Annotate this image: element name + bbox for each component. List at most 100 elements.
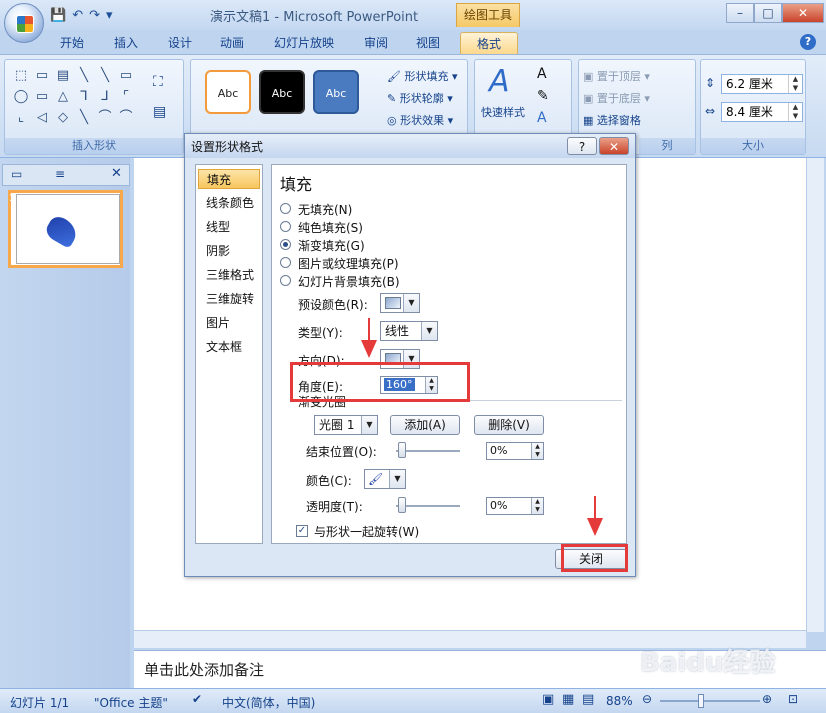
zoom-in-icon[interactable]: ⊕ bbox=[762, 692, 772, 706]
style-sample-blue[interactable]: Abc bbox=[313, 70, 359, 114]
tab-animation[interactable]: 动画 bbox=[212, 32, 252, 54]
slides-tab-icon[interactable]: ▭ bbox=[11, 167, 22, 181]
end-position-spinner[interactable]: ▲ ▼ bbox=[531, 443, 543, 459]
tab-view[interactable]: 视图 bbox=[408, 32, 448, 54]
shape-item[interactable]: ╲ bbox=[74, 108, 94, 128]
wordart-icon[interactable]: A bbox=[489, 64, 510, 99]
preset-colors-dropdown[interactable]: ▼ bbox=[380, 293, 420, 313]
shape-item[interactable]: △ bbox=[53, 87, 73, 107]
shape-item[interactable]: ╲ bbox=[74, 66, 94, 86]
shape-item[interactable]: ⬚ bbox=[11, 66, 31, 86]
selection-pane-button[interactable]: ▦ 选择窗格 bbox=[583, 112, 641, 128]
close-pane-icon[interactable]: ✕ bbox=[111, 166, 122, 181]
gradient-stop-dropdown[interactable]: 光圈 1 ▼ bbox=[314, 415, 378, 435]
shape-item[interactable]: ▭ bbox=[32, 66, 52, 86]
shape-item[interactable]: ⌜ bbox=[116, 87, 136, 107]
remove-stop-button[interactable]: 删除(V) bbox=[474, 415, 544, 435]
type-dropdown[interactable]: 线性 ▼ bbox=[380, 321, 438, 341]
paint-bucket-icon: 🖌 bbox=[387, 70, 401, 83]
category-text-box[interactable]: 文本框 bbox=[198, 337, 260, 357]
end-position-slider-thumb[interactable] bbox=[398, 442, 406, 458]
zoom-level[interactable]: 88% bbox=[606, 694, 633, 708]
outline-tab-icon[interactable]: ≡ bbox=[55, 167, 65, 181]
shape-fill-button[interactable]: 🖌 形状填充 ▾ bbox=[387, 68, 458, 84]
tab-review[interactable]: 审阅 bbox=[356, 32, 396, 54]
help-icon[interactable]: ? bbox=[800, 34, 816, 50]
tab-slideshow[interactable]: 幻灯片放映 bbox=[266, 32, 342, 54]
tab-design[interactable]: 设计 bbox=[160, 32, 200, 54]
shape-item[interactable]: ⌒ bbox=[116, 108, 136, 128]
height-spinner[interactable]: ▲ ▼ bbox=[788, 75, 802, 93]
text-fill-icon[interactable]: A bbox=[537, 66, 547, 82]
undo-icon[interactable]: ↶ bbox=[72, 8, 83, 23]
minimize-button[interactable]: – bbox=[726, 3, 754, 23]
slideshow-view-icon[interactable]: ▤ bbox=[582, 692, 594, 707]
shape-item[interactable]: ╲ bbox=[95, 66, 115, 86]
height-input[interactable]: 6.2 厘米 ▲ ▼ bbox=[721, 74, 803, 94]
tab-format[interactable]: 格式 bbox=[460, 32, 518, 54]
style-sample-black[interactable]: Abc bbox=[259, 70, 305, 114]
transparency-spinner[interactable]: ▲ ▼ bbox=[531, 498, 543, 514]
send-back-button[interactable]: ▣ 置于底层 ▾ bbox=[583, 90, 650, 106]
radio-solid-fill[interactable] bbox=[280, 221, 291, 232]
quick-styles-button[interactable]: 快速样式 bbox=[481, 104, 525, 120]
color-dropdown[interactable]: 🖌 ▼ bbox=[364, 469, 406, 489]
text-box-icon[interactable]: ▤ bbox=[153, 104, 166, 120]
spellcheck-icon[interactable]: ✔ bbox=[192, 692, 202, 706]
normal-view-icon[interactable]: ▣ bbox=[542, 692, 554, 707]
category-3d-format[interactable]: 三维格式 bbox=[198, 265, 260, 285]
shape-item[interactable]: ⅃ bbox=[95, 87, 115, 107]
add-stop-button[interactable]: 添加(A) bbox=[390, 415, 460, 435]
text-effect-icon[interactable]: A bbox=[537, 110, 547, 126]
radio-background-fill[interactable] bbox=[280, 275, 291, 286]
shape-item[interactable]: ⌞ bbox=[11, 108, 31, 128]
radio-picture-fill[interactable] bbox=[280, 257, 291, 268]
category-3d-rotation[interactable]: 三维旋转 bbox=[198, 289, 260, 309]
category-fill[interactable]: 填充 bbox=[198, 169, 260, 189]
close-window-button[interactable]: ✕ bbox=[782, 3, 824, 23]
rotate-with-shape-checkbox[interactable]: ✓ bbox=[296, 525, 308, 537]
category-line-style[interactable]: 线型 bbox=[198, 217, 260, 237]
office-button[interactable] bbox=[4, 3, 44, 43]
category-picture[interactable]: 图片 bbox=[198, 313, 260, 333]
chevron-down-icon: ▼ bbox=[361, 416, 377, 434]
shape-effect-button[interactable]: ◎ 形状效果 ▾ bbox=[387, 112, 453, 128]
dialog-help-button[interactable]: ? bbox=[567, 137, 597, 155]
tab-insert[interactable]: 插入 bbox=[106, 32, 146, 54]
shape-item[interactable]: ◁ bbox=[32, 108, 52, 128]
edit-shape-icon[interactable]: ⛶ bbox=[153, 74, 163, 90]
vertical-scrollbar[interactable] bbox=[806, 158, 824, 632]
maximize-button[interactable]: □ bbox=[754, 3, 782, 23]
slide-sorter-icon[interactable]: ▦ bbox=[562, 692, 574, 707]
zoom-slider[interactable] bbox=[660, 700, 760, 702]
bring-front-button[interactable]: ▣ 置于顶层 ▾ bbox=[583, 68, 650, 84]
shape-outline-button[interactable]: ✎ 形状轮廓 ▾ bbox=[387, 90, 453, 106]
shape-item[interactable]: ◇ bbox=[53, 108, 73, 128]
radio-gradient-fill[interactable] bbox=[280, 239, 291, 250]
transparency-slider-thumb[interactable] bbox=[398, 497, 406, 513]
category-line-color[interactable]: 线条颜色 bbox=[198, 193, 260, 213]
radio-no-fill[interactable] bbox=[280, 203, 291, 214]
shape-item[interactable]: ▤ bbox=[53, 66, 73, 86]
zoom-slider-thumb[interactable] bbox=[698, 694, 704, 708]
category-shadow[interactable]: 阴影 bbox=[198, 241, 260, 261]
fit-window-icon[interactable]: ⊡ bbox=[788, 692, 798, 706]
shape-item[interactable]: ▭ bbox=[116, 66, 136, 86]
width-spinner[interactable]: ▲ ▼ bbox=[788, 103, 802, 121]
dialog-close-button[interactable]: ✕ bbox=[599, 137, 629, 155]
customize-qat-icon[interactable]: ▾ bbox=[106, 8, 113, 23]
redo-icon[interactable]: ↷ bbox=[89, 8, 100, 23]
save-icon[interactable]: 💾 bbox=[50, 8, 66, 23]
shape-item[interactable]: ▭ bbox=[32, 87, 52, 107]
shape-item[interactable]: ◯ bbox=[11, 87, 31, 107]
tab-home[interactable]: 开始 bbox=[52, 32, 92, 54]
shape-item[interactable]: ⌒ bbox=[95, 108, 115, 128]
width-input[interactable]: 8.4 厘米 ▲ ▼ bbox=[721, 102, 803, 122]
text-outline-icon[interactable]: ✎ bbox=[537, 88, 549, 104]
shape-gallery[interactable]: ⬚ ▭ ▤ ╲ ╲ ▭ ◯ ▭ △ ⅂ ⅃ ⌜ ⌞ ◁ ◇ ╲ ⌒ ⌒ bbox=[11, 66, 135, 128]
style-sample-orange[interactable]: Abc bbox=[205, 70, 251, 114]
end-position-input[interactable]: 0% ▲ ▼ bbox=[486, 442, 544, 460]
transparency-input[interactable]: 0% ▲ ▼ bbox=[486, 497, 544, 515]
zoom-out-icon[interactable]: ⊖ bbox=[642, 692, 652, 706]
shape-item[interactable]: ⅂ bbox=[74, 87, 94, 107]
